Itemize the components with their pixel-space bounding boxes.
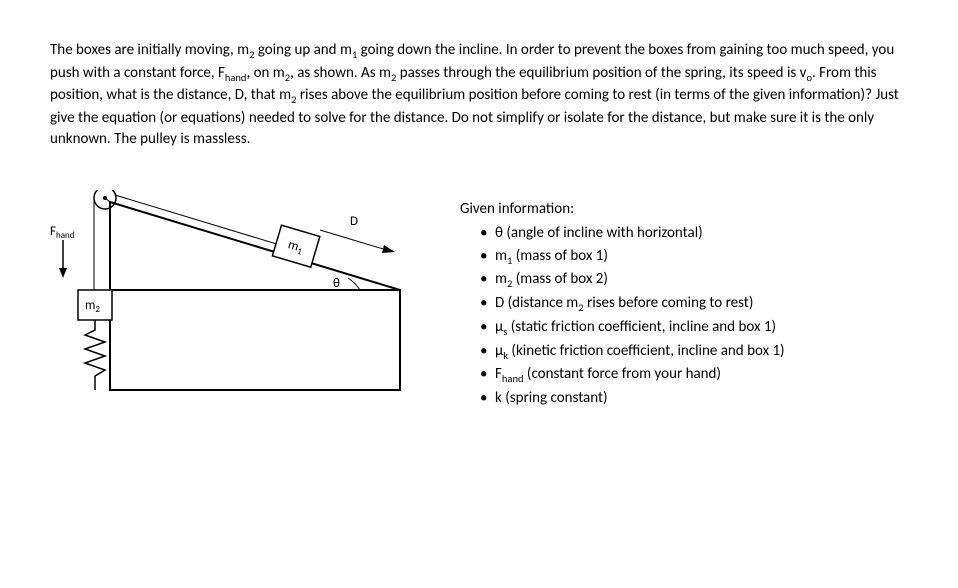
physics-diagram: m1 m2 Fhand D θ bbox=[50, 190, 430, 450]
d-arrow-head bbox=[382, 245, 395, 253]
given-list: θ (angle of incline with horizontal) m1 … bbox=[460, 222, 908, 410]
fhand-label: Fhand bbox=[50, 224, 75, 241]
list-item: Fhand (constant force from your hand) bbox=[480, 363, 908, 387]
given-title: Given information: bbox=[460, 200, 908, 218]
problem-statement: The boxes are initially moving, m2 going… bbox=[50, 40, 908, 150]
list-item: k (spring constant) bbox=[480, 387, 908, 410]
theta-label: θ bbox=[333, 276, 340, 291]
diagram-svg: m1 m2 Fhand D θ bbox=[50, 190, 430, 450]
list-item: μs (static friction coefficient, incline… bbox=[480, 316, 908, 340]
list-item: m2 (mass of box 2) bbox=[480, 268, 908, 292]
d-arrow-line bbox=[320, 230, 390, 251]
list-item: μk (kinetic friction coefficient, inclin… bbox=[480, 340, 908, 364]
spring-icon bbox=[85, 320, 105, 390]
list-item: m1 (mass of box 1) bbox=[480, 245, 908, 269]
base-block bbox=[110, 290, 400, 390]
d-label: D bbox=[350, 214, 358, 229]
content-area: m1 m2 Fhand D θ Given information: bbox=[50, 190, 908, 450]
theta-arc bbox=[348, 278, 360, 290]
list-item: θ (angle of incline with horizontal) bbox=[480, 222, 908, 245]
fhand-arrow-head bbox=[59, 268, 67, 278]
rope-to-m1 bbox=[115, 195, 280, 245]
pulley-mount bbox=[105, 198, 110, 202]
given-information: Given information: θ (angle of incline w… bbox=[460, 190, 908, 450]
list-item: D (distance m2 rises before coming to re… bbox=[480, 292, 908, 316]
box-m1: m1 bbox=[272, 225, 319, 267]
